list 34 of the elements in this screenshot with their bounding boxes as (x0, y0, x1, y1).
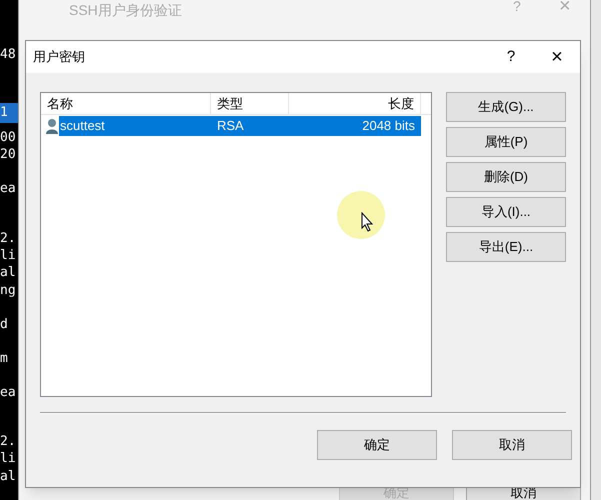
terminal-line: m (0, 350, 9, 367)
dialog-button[interactable]: 确定 (317, 430, 437, 460)
side-button[interactable]: 删除(D) (446, 162, 566, 192)
side-button[interactable]: 导入(I)... (446, 197, 566, 227)
terminal-line: 48 (0, 46, 17, 63)
table-cell-text: 2048 bits (361, 117, 416, 136)
dialog-button[interactable]: 取消 (452, 430, 572, 460)
terminal-line: d (0, 316, 9, 333)
side-button[interactable]: 属性(P) (446, 127, 566, 157)
pointer-icon (361, 212, 373, 232)
terminal-line: 20 (0, 146, 17, 163)
window-title: 用户密钥 (33, 48, 86, 66)
window-title: SSH用户身份验证 (69, 2, 182, 18)
column-header[interactable]: 长度 (289, 93, 421, 114)
terminal-line: li (0, 247, 17, 264)
terminal-line: li (0, 450, 17, 467)
key-row[interactable]: scuttest RSA 2048 bits (59, 116, 421, 136)
column-header[interactable]: 类型 (211, 93, 289, 114)
terminal-line: ea (0, 384, 17, 401)
close-button[interactable]: × (534, 42, 580, 72)
column-header[interactable]: 名称 (41, 93, 211, 114)
side-button[interactable]: 导出(E)... (446, 232, 566, 262)
terminal-line: al (0, 264, 17, 281)
terminal-line: 2. (0, 230, 17, 247)
table-cell-text: RSA (216, 117, 245, 136)
side-button[interactable]: 生成(G)... (446, 92, 566, 122)
terminal-line: 2. (0, 433, 17, 450)
table-cell-text: scuttest (59, 117, 106, 136)
user-key-icon (45, 118, 59, 134)
terminal-line: ng (0, 282, 17, 299)
terminal-line: ea (0, 180, 17, 197)
terminal-line: 00 (0, 129, 17, 146)
help-button[interactable]: ? (488, 46, 534, 68)
terminal-line: al (0, 468, 17, 485)
